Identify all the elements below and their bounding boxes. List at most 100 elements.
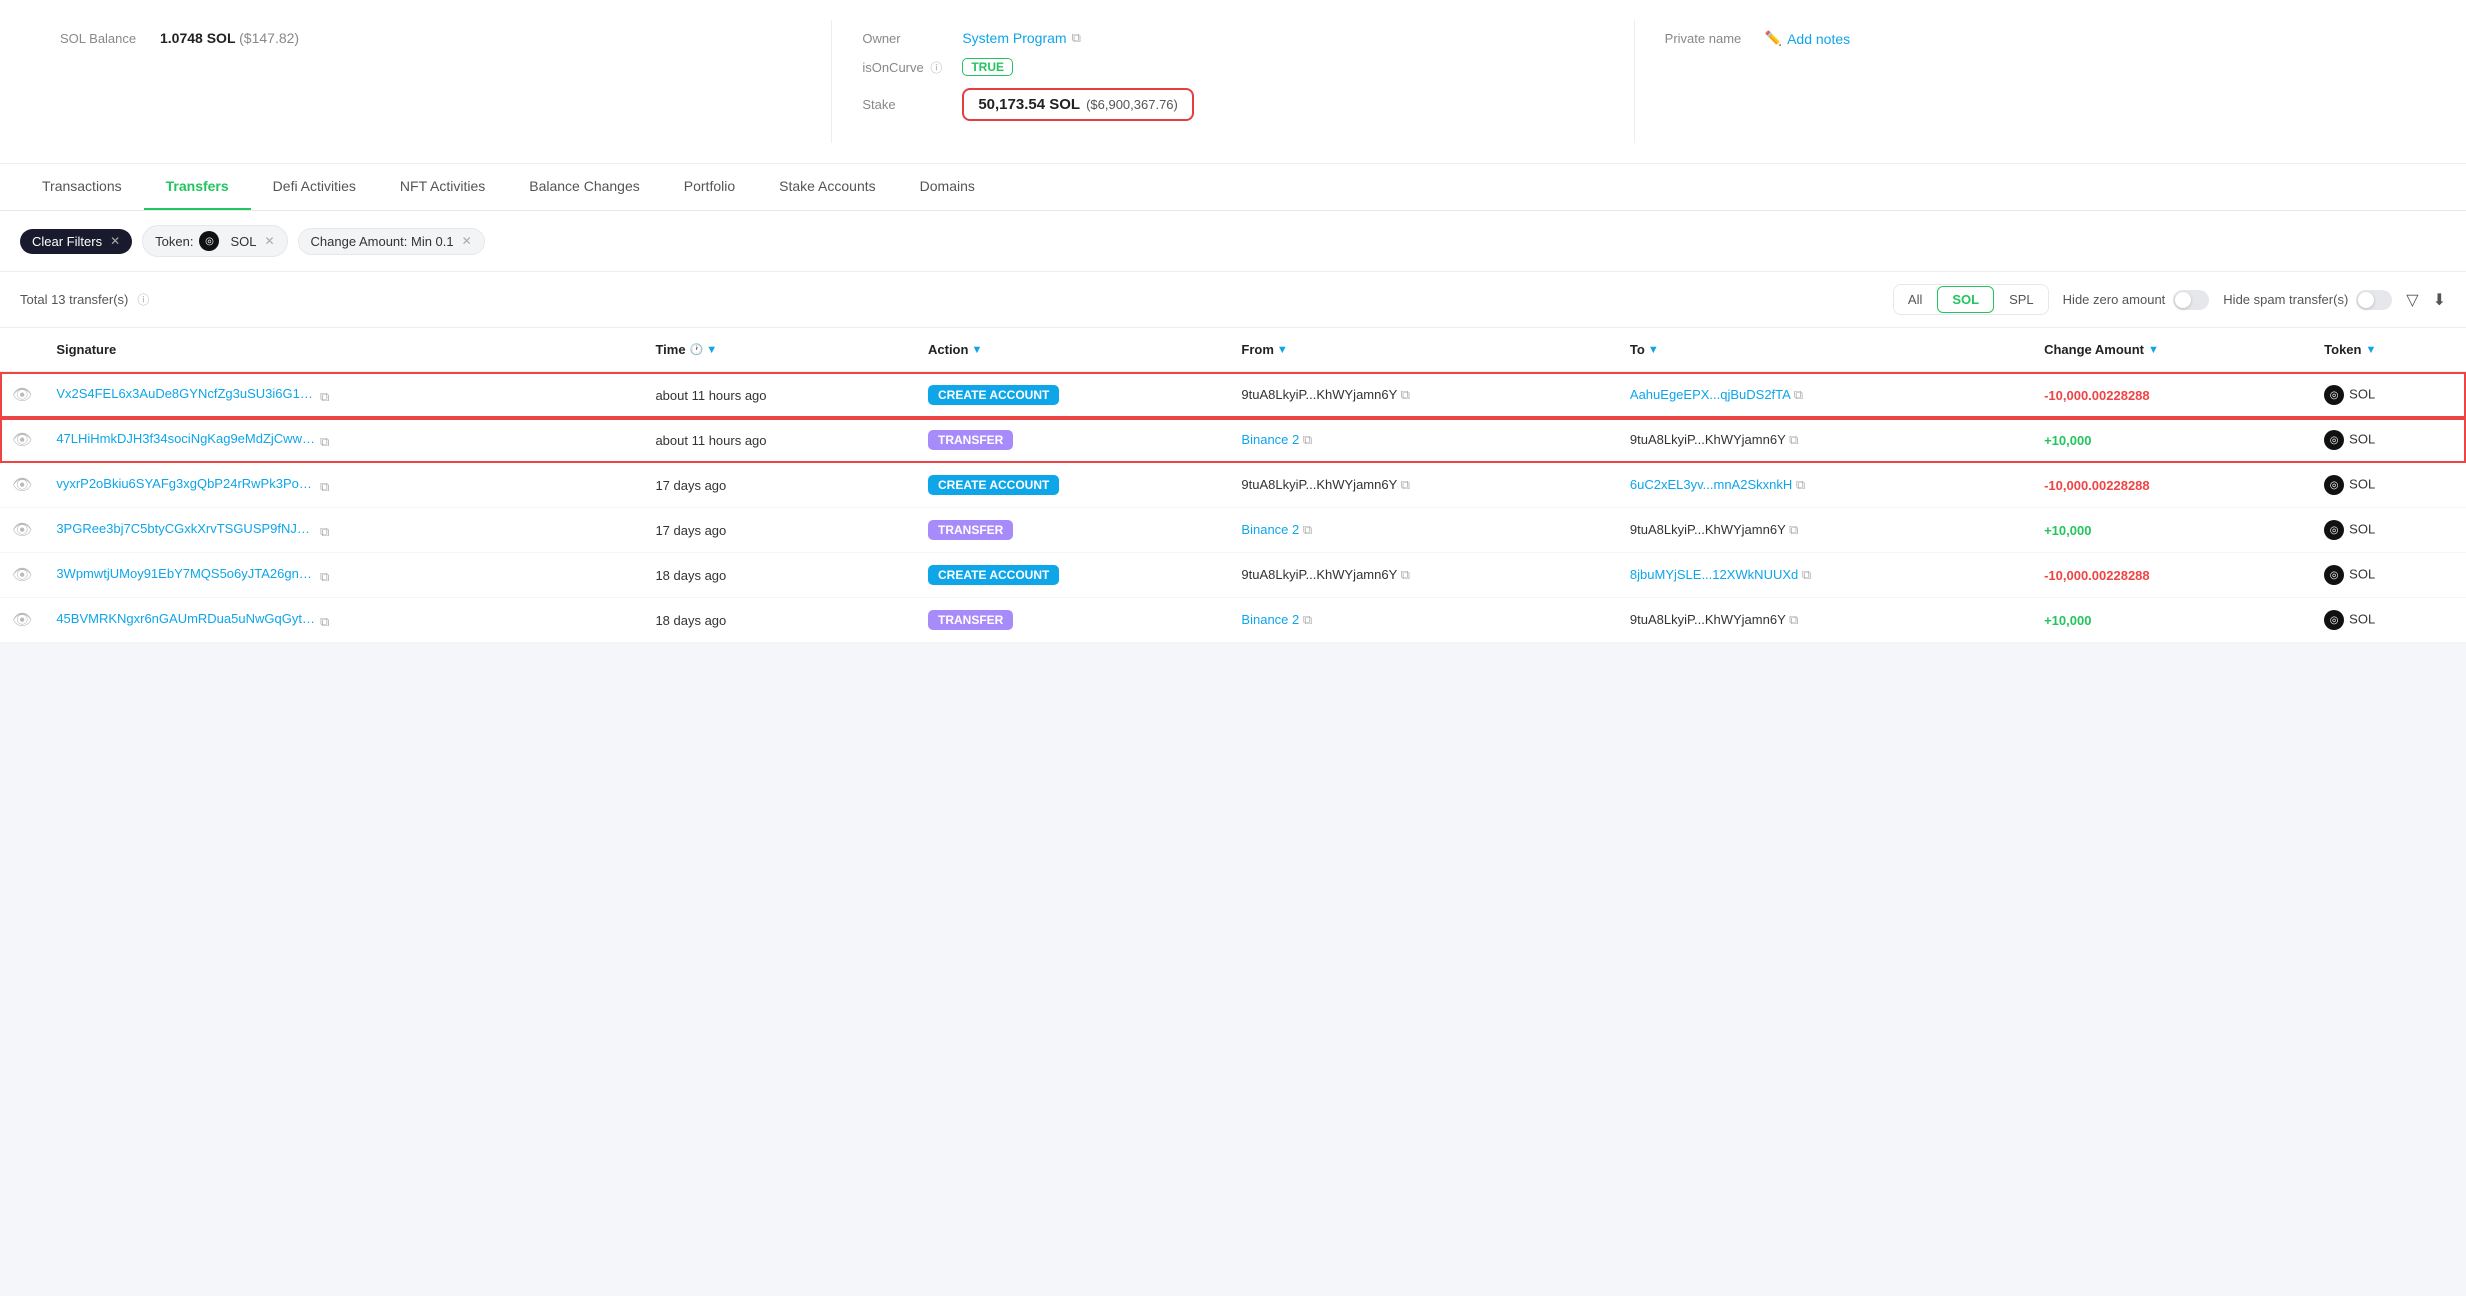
spl-btn[interactable]: SPL: [1995, 287, 2048, 312]
time-cell: about 11 hours ago: [643, 372, 916, 418]
copy-icon[interactable]: ⧉: [1303, 432, 1312, 447]
copy-icon[interactable]: ⧉: [1796, 477, 1805, 492]
hide-spam-toggle[interactable]: [2356, 290, 2392, 310]
eye-toggle[interactable]: 👁: [0, 553, 44, 598]
copy-icon[interactable]: ⧉: [1794, 387, 1803, 402]
signature-link[interactable]: vyxrP2oBkiu6SYAFg3xgQbP24rRwPk3PoKgqQrjt…: [56, 476, 316, 491]
filter-icon[interactable]: ▽: [2406, 290, 2418, 310]
th-to: To ▼: [1618, 328, 2032, 372]
copy-icon[interactable]: ⧉: [1401, 567, 1410, 582]
copy-icon[interactable]: ⧉: [1401, 477, 1410, 492]
action-badge: CREATE ACCOUNT: [928, 475, 1059, 495]
tab-transfers[interactable]: Transfers: [144, 164, 251, 210]
time-sort-icon[interactable]: 🕐: [690, 343, 704, 356]
token-filter-x[interactable]: ✕: [264, 234, 274, 248]
eye-icon[interactable]: 👁: [12, 612, 32, 629]
copy-icon[interactable]: ⧉: [320, 479, 329, 494]
eye-icon[interactable]: 👁: [12, 477, 32, 494]
to-link[interactable]: 8jbuMYjSLE...12XWkNUUXd: [1630, 567, 1798, 582]
filters-bar: Clear Filters ✕ Token: ◎ SOL ✕ Change Am…: [0, 211, 2466, 272]
time-filter-icon[interactable]: ▼: [706, 344, 717, 356]
eye-icon[interactable]: 👁: [12, 522, 32, 539]
copy-icon[interactable]: ⧉: [1303, 522, 1312, 537]
change-amount-x[interactable]: ✕: [462, 234, 472, 248]
hide-spam-toggle-group: Hide spam transfer(s): [2223, 290, 2392, 310]
copy-icon[interactable]: ⧉: [320, 434, 329, 449]
th-eye: [0, 328, 44, 372]
copy-icon[interactable]: ⧉: [320, 569, 329, 584]
signature-link[interactable]: Vx2S4FEL6x3AuDe8GYNcfZg3uSU3i6G1yCzWm5d.…: [56, 386, 316, 401]
amount-sort-icon[interactable]: ▼: [2148, 344, 2159, 356]
copy-icon[interactable]: ⧉: [1401, 387, 1410, 402]
from-link[interactable]: Binance 2: [1241, 612, 1299, 627]
from-filter-icon[interactable]: ▼: [1277, 344, 1288, 356]
total-info-icon: ⓘ: [137, 291, 149, 308]
clear-filters-chip[interactable]: Clear Filters ✕: [20, 229, 132, 254]
sol-token-icon: ◎: [2324, 475, 2344, 495]
copy-icon[interactable]: ⧉: [1789, 522, 1798, 537]
th-from: From ▼: [1229, 328, 1617, 372]
tab-nft[interactable]: NFT Activities: [378, 164, 507, 210]
table-row: 👁 3PGRee3bj7C5btyCGxkXrvTSGUSP9fNJa6aviiU…: [0, 508, 2466, 553]
to-link[interactable]: 6uC2xEL3yv...mnA2SkxnkH: [1630, 477, 1792, 492]
from-link[interactable]: Binance 2: [1241, 432, 1299, 447]
eye-icon[interactable]: 👁: [12, 387, 32, 404]
eye-toggle[interactable]: 👁: [0, 598, 44, 643]
copy-icon[interactable]: ⧉: [1789, 612, 1798, 627]
eye-toggle[interactable]: 👁: [0, 463, 44, 508]
copy-icon[interactable]: ⧉: [320, 389, 329, 404]
eye-icon[interactable]: 👁: [12, 567, 32, 584]
copy-icon[interactable]: ⧉: [1303, 612, 1312, 627]
isoncurve-label: isOnCurve ⓘ: [862, 59, 952, 76]
signature-link[interactable]: 45BVMRKNgxr6nGAUmRDua5uNwGqGytgyfqLndx..…: [56, 611, 316, 626]
action-filter-icon[interactable]: ▼: [971, 344, 982, 356]
to-value: 9tuA8LkyiP...KhWYjamn6Y: [1630, 432, 1786, 447]
time-cell: 17 days ago: [643, 508, 916, 553]
copy-icon[interactable]: ⧉: [320, 614, 329, 629]
system-program-link[interactable]: System Program ⧉: [962, 30, 1081, 46]
tab-defi[interactable]: Defi Activities: [251, 164, 378, 210]
tab-domains[interactable]: Domains: [898, 164, 997, 210]
hide-zero-toggle[interactable]: [2173, 290, 2209, 310]
to-filter-icon[interactable]: ▼: [1648, 344, 1659, 356]
change-amount-filter-chip[interactable]: Change Amount: Min 0.1 ✕: [298, 228, 485, 255]
from-value: 9tuA8LkyiP...KhWYjamn6Y: [1241, 477, 1397, 492]
tab-portfolio[interactable]: Portfolio: [662, 164, 757, 210]
copy-icon[interactable]: ⧉: [1789, 432, 1798, 447]
tab-transactions[interactable]: Transactions: [20, 164, 144, 210]
download-icon[interactable]: ⬇: [2433, 290, 2446, 310]
time-cell: 18 days ago: [643, 598, 916, 643]
th-token: Token ▼: [2312, 328, 2466, 372]
copy-icon[interactable]: ⧉: [1802, 567, 1811, 582]
token-sort-icon[interactable]: ▼: [2365, 344, 2376, 356]
to-link[interactable]: AahuEgeEPX...qjBuDS2fTA: [1630, 387, 1790, 402]
tab-balance-changes[interactable]: Balance Changes: [507, 164, 662, 210]
eye-toggle[interactable]: 👁: [0, 508, 44, 553]
signature-link[interactable]: 3PGRee3bj7C5btyCGxkXrvTSGUSP9fNJa6aviiUG…: [56, 521, 316, 536]
change-amount-value: -10,000.00228288: [2044, 388, 2150, 403]
all-btn[interactable]: All: [1894, 287, 1936, 312]
copy-icon[interactable]: ⧉: [320, 524, 329, 539]
action-badge: CREATE ACCOUNT: [928, 565, 1059, 585]
sol-btn[interactable]: SOL: [1937, 286, 1994, 313]
token-value: SOL: [2349, 611, 2375, 626]
owner-card: Owner System Program ⧉ isOnCurve ⓘ TRUE …: [832, 20, 1634, 143]
sol-balance-value: 1.0748 SOL ($147.82): [160, 30, 299, 46]
sol-token-icon: ◎: [2324, 520, 2344, 540]
eye-icon[interactable]: 👁: [12, 432, 32, 449]
time-cell: 18 days ago: [643, 553, 916, 598]
copy-icon[interactable]: ⧉: [1072, 30, 1081, 46]
eye-toggle[interactable]: 👁: [0, 372, 44, 418]
hide-zero-toggle-group: Hide zero amount: [2063, 290, 2210, 310]
tab-stake-accounts[interactable]: Stake Accounts: [757, 164, 898, 210]
token-filter-chip[interactable]: Token: ◎ SOL ✕: [142, 225, 287, 257]
clear-filters-x[interactable]: ✕: [110, 234, 120, 248]
add-notes-link[interactable]: ✏️ Add notes: [1765, 30, 1851, 47]
eye-toggle[interactable]: 👁: [0, 418, 44, 463]
from-link[interactable]: Binance 2: [1241, 522, 1299, 537]
summary-bar: Total 13 transfer(s) ⓘ All SOL SPL Hide …: [0, 272, 2466, 328]
signature-link[interactable]: 3WpmwtjUMoy91EbY7MQS5o6yJTA26gnQKsS7V...: [56, 566, 316, 581]
th-change-amount: Change Amount ▼: [2032, 328, 2312, 372]
tabs-bar: Transactions Transfers Defi Activities N…: [0, 164, 2466, 211]
signature-link[interactable]: 47LHiHmkDJH3f34sociNgKag9eMdZjCwwVj3wgS.…: [56, 431, 316, 446]
